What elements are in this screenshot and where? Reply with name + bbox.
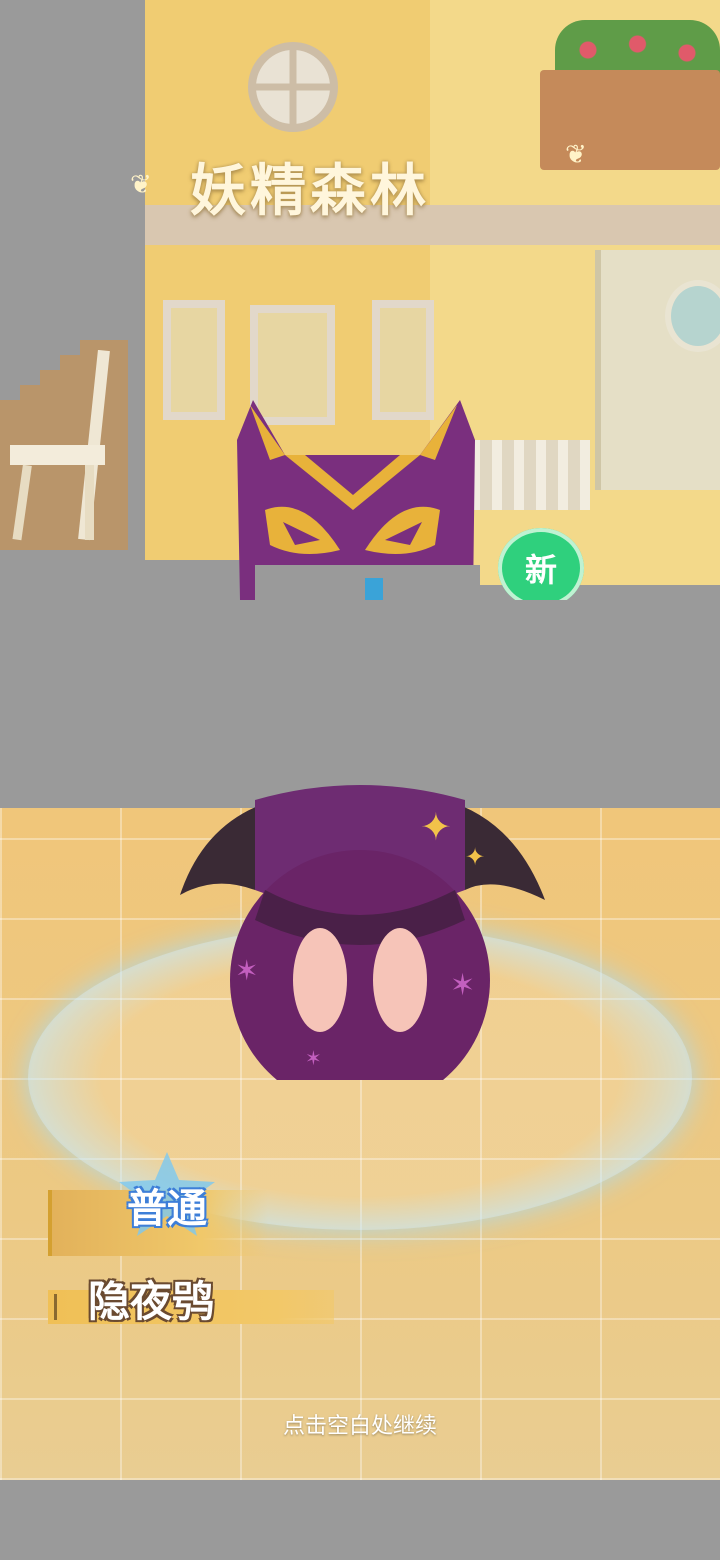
svg-text:✶: ✶: [450, 968, 475, 1003]
tap-to-continue-hint[interactable]: 点击空白处继续: [0, 1408, 720, 1440]
bottom-bar: [0, 1480, 720, 1560]
round-window: [248, 42, 338, 132]
pet-head-preview: [237, 400, 480, 600]
window: [163, 300, 225, 420]
area-title: 妖精森林: [190, 159, 430, 224]
svg-text:✶: ✶: [235, 954, 258, 987]
railing: [470, 440, 590, 510]
new-badge: 新: [498, 528, 584, 600]
area-title-banner: ❦ 妖精森林 ❦: [120, 140, 600, 230]
butterfly-icon: ❦: [565, 140, 587, 170]
scene-background: ❦ 妖精森林 ❦ 新: [0, 0, 720, 600]
butterfly-icon: ❦: [130, 170, 152, 200]
pet-name: 隐夜鸮: [88, 1277, 215, 1326]
svg-text:✦: ✦: [465, 843, 485, 871]
svg-text:✦: ✦: [420, 805, 452, 849]
chair-icon: [10, 350, 110, 541]
svg-text:✶: ✶: [305, 1046, 322, 1070]
rarity-label: 普通: [127, 1186, 207, 1232]
pet-body: ✦ ✦ ✶ ✶ ✶: [175, 780, 545, 1080]
name-marker: [54, 1294, 71, 1320]
